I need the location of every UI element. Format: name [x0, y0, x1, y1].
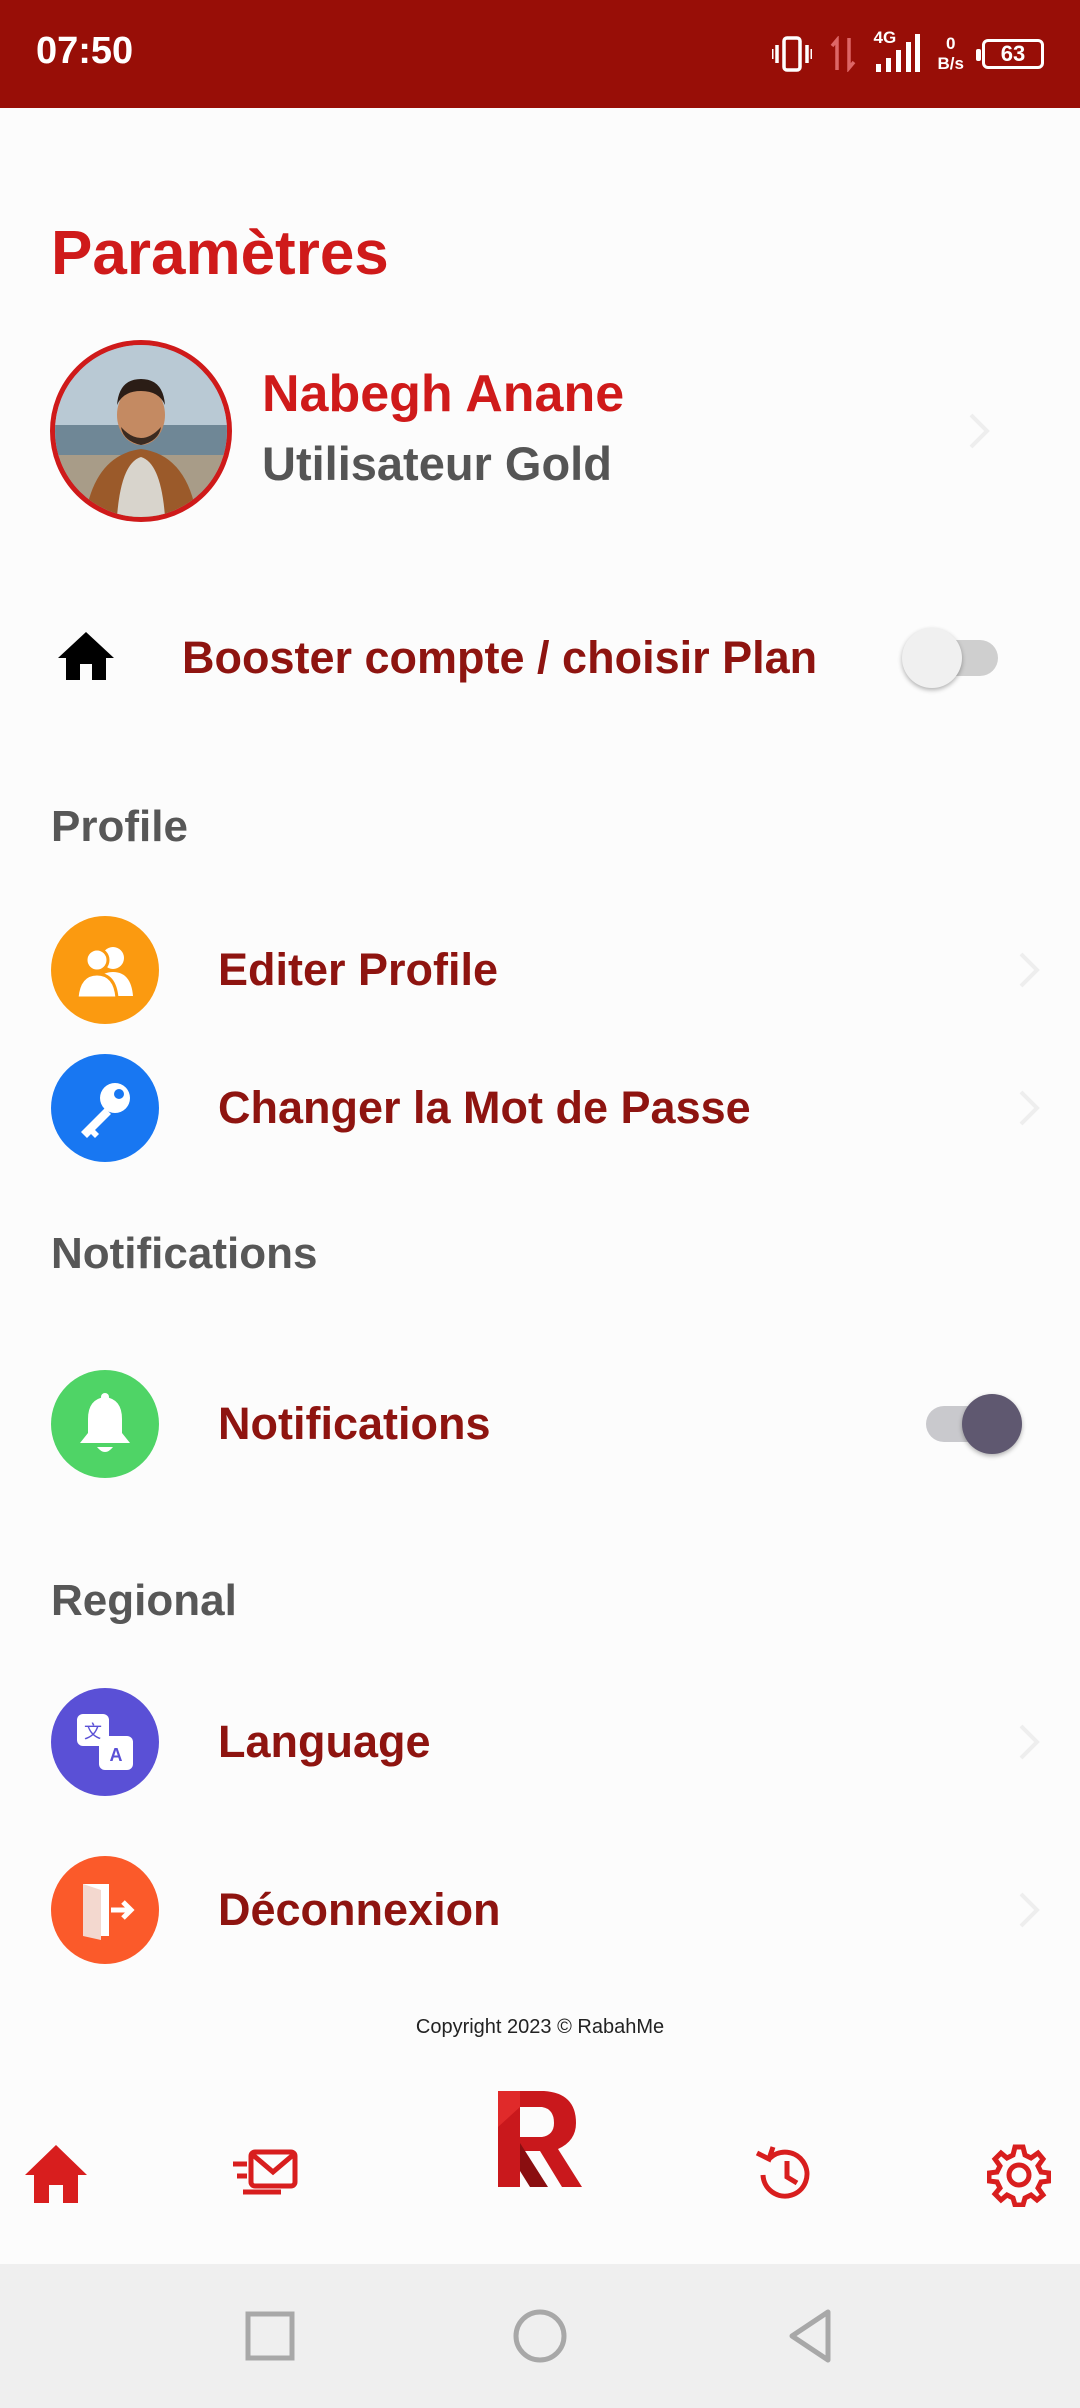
page-title: Paramètres	[51, 219, 389, 288]
mail-fast-icon	[233, 2149, 298, 2195]
home-button[interactable]	[508, 2304, 572, 2368]
users-icon	[51, 916, 159, 1024]
copyright: Copyright 2023 © RabahMe	[415, 2016, 665, 2038]
language-label: Language	[218, 1716, 431, 1767]
chevron-right-icon	[969, 413, 990, 449]
language-row[interactable]: 文A Language	[0, 1688, 1080, 1796]
notifications-label: Notifications	[218, 1398, 491, 1449]
gear-icon	[987, 2144, 1051, 2207]
network-speed: 0 B/s	[937, 34, 964, 73]
section-title-profile: Profile	[51, 802, 188, 851]
profile-name: Nabegh Anane	[262, 365, 625, 423]
translate-icon: 文A	[51, 1688, 159, 1796]
nav-history[interactable]	[752, 2142, 818, 2208]
svg-text:A: A	[110, 1745, 123, 1765]
system-nav-bar	[0, 2264, 1080, 2408]
rabahme-logo	[498, 2091, 582, 2187]
chevron-right-icon	[1019, 952, 1040, 988]
nav-settings[interactable]	[986, 2142, 1052, 2208]
boost-label: Booster compte / choisir Plan	[182, 632, 818, 683]
notifications-row[interactable]: Notifications	[0, 1370, 1080, 1478]
nav-brand-logo[interactable]	[490, 2084, 590, 2194]
chevron-right-icon	[1019, 1090, 1040, 1126]
section-title-regional: Regional	[51, 1576, 237, 1625]
key-icon	[51, 1054, 159, 1162]
status-icons: 4G 0 B/s 63	[771, 24, 1044, 84]
edit-profile-row[interactable]: Editer Profile	[0, 916, 1080, 1024]
battery-indicator: 63	[976, 39, 1044, 69]
recent-apps-button[interactable]	[238, 2304, 302, 2368]
boost-account-row[interactable]: Booster compte / choisir Plan	[0, 612, 1080, 702]
chevron-right-icon	[1019, 1724, 1040, 1760]
section-title-notifications: Notifications	[51, 1229, 318, 1278]
change-password-row[interactable]: Changer la Mot de Passe	[0, 1054, 1080, 1162]
history-icon	[755, 2146, 810, 2199]
profile-card[interactable]: Nabegh Anane Utilisateur Gold	[50, 340, 1030, 522]
chevron-right-icon	[1019, 1892, 1040, 1928]
bottom-nav	[0, 2044, 1080, 2264]
avatar[interactable]	[50, 340, 232, 522]
home-icon	[25, 2145, 87, 2203]
change-password-label: Changer la Mot de Passe	[218, 1082, 751, 1133]
svg-text:文: 文	[84, 1722, 102, 1743]
logout-door-icon	[51, 1856, 159, 1964]
vibrate-icon	[771, 36, 812, 72]
status-bar: 07:50 4G 0 B/s 63	[0, 0, 1080, 108]
nav-messages[interactable]	[230, 2144, 300, 2204]
bell-icon	[51, 1370, 159, 1478]
signal-icon: 4G	[874, 28, 920, 74]
back-button[interactable]	[778, 2304, 842, 2368]
edit-profile-label: Editer Profile	[218, 944, 499, 995]
status-time: 07:50	[36, 30, 134, 72]
home-icon	[58, 632, 114, 680]
nav-home[interactable]	[22, 2142, 90, 2206]
network-type: 4G	[873, 28, 897, 47]
logout-label: Déconnexion	[218, 1884, 501, 1935]
logout-row[interactable]: Déconnexion	[0, 1856, 1080, 1964]
data-transfer-icon	[830, 36, 856, 72]
profile-role: Utilisateur Gold	[262, 437, 612, 490]
